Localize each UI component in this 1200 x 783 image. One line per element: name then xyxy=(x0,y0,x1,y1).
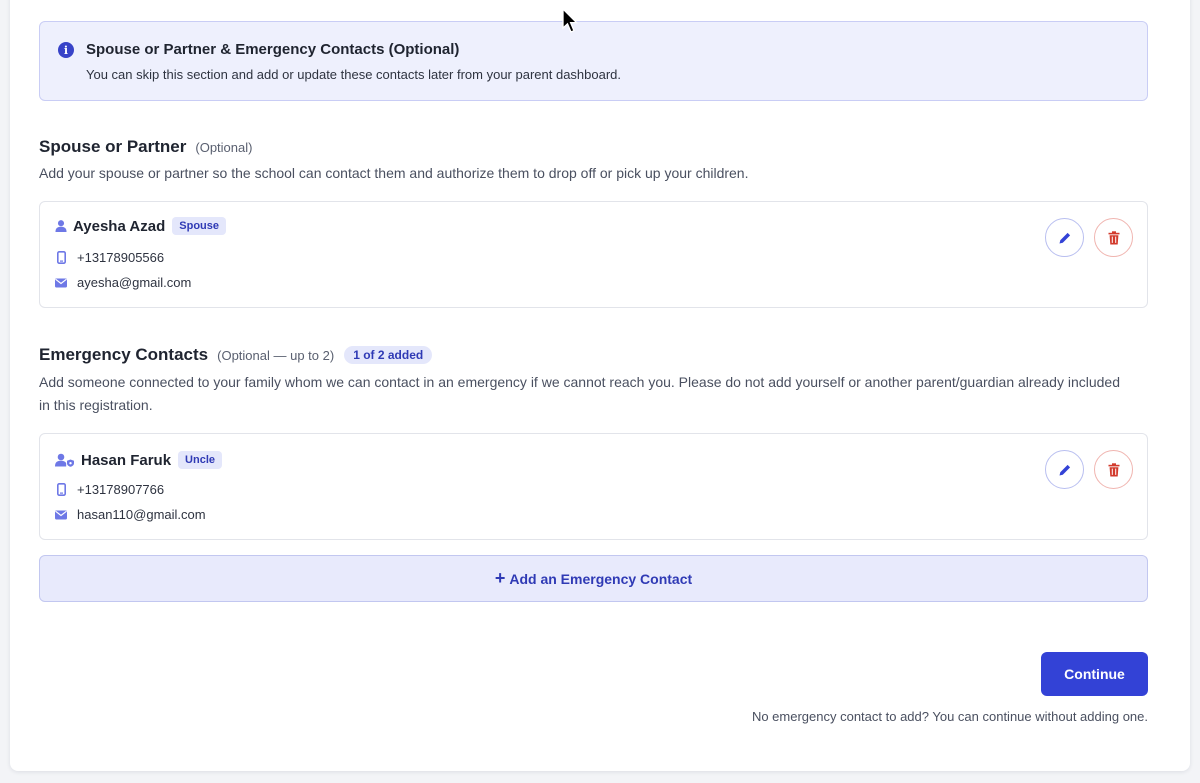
emergency-phone: +13178907766 xyxy=(77,482,165,497)
emergency-section-description: Add someone connected to your family who… xyxy=(39,374,1120,413)
emergency-name: Hasan Faruk xyxy=(81,451,172,469)
emergency-contact-card: Hasan Faruk Uncle +13178907766 hasan110@… xyxy=(39,433,1148,540)
trash-icon xyxy=(1108,230,1119,244)
info-icon: i xyxy=(58,42,74,58)
spouse-contact-card: Ayesha Azad Spouse +13178905566 ayesha@g… xyxy=(39,201,1148,308)
spouse-section-title: Spouse or Partner (Optional) xyxy=(39,137,252,157)
emergency-phone-row: +13178907766 xyxy=(55,482,164,497)
emergency-email-row: hasan110@gmail.com xyxy=(55,507,206,522)
banner-text: You can skip this section and add or upd… xyxy=(86,67,622,82)
plus-icon: + xyxy=(494,568,506,588)
spouse-optional-label: (Optional) xyxy=(195,139,253,155)
spouse-section-description: Add your spouse or partner so the school… xyxy=(39,165,749,181)
phone-icon xyxy=(55,483,67,497)
add-emergency-contact-button[interactable]: + Add an Emergency Contact xyxy=(39,555,1148,602)
spouse-phone: +13178905566 xyxy=(77,250,165,265)
emergency-relation-badge: Uncle xyxy=(178,451,223,469)
spouse-title-text: Spouse or Partner xyxy=(39,137,187,156)
spouse-email: ayesha@gmail.com xyxy=(77,275,192,290)
info-banner: i Spouse or Partner & Emergency Contacts… xyxy=(39,21,1148,101)
person-shield-icon xyxy=(55,453,75,467)
emergency-optional-label: (Optional — up to 2) xyxy=(217,347,335,363)
trash-icon xyxy=(1108,462,1119,476)
spouse-relation-badge: Spouse xyxy=(172,217,226,235)
person-icon xyxy=(55,219,67,233)
pencil-icon xyxy=(1059,464,1070,475)
mail-icon xyxy=(55,276,67,290)
spouse-name: Ayesha Azad xyxy=(73,217,166,235)
edit-spouse-button[interactable] xyxy=(1045,218,1084,257)
pencil-icon xyxy=(1059,232,1070,243)
emergency-email: hasan110@gmail.com xyxy=(77,507,206,522)
delete-emergency-contact-button[interactable] xyxy=(1094,450,1133,489)
spouse-email-row: ayesha@gmail.com xyxy=(55,275,191,290)
edit-emergency-contact-button[interactable] xyxy=(1045,450,1084,489)
banner-title: Spouse or Partner & Emergency Contacts (… xyxy=(86,41,460,58)
emergency-title-text: Emergency Contacts xyxy=(39,345,209,364)
spouse-name-row: Ayesha Azad Spouse xyxy=(55,217,226,235)
phone-icon xyxy=(55,251,67,265)
mouse-cursor-icon xyxy=(562,8,579,33)
continue-footnote: No emergency contact to add? You can con… xyxy=(751,709,1148,724)
emergency-count-badge: 1 of 2 added xyxy=(344,346,433,364)
continue-button[interactable]: Continue xyxy=(1041,652,1148,696)
emergency-name-row: Hasan Faruk Uncle xyxy=(55,451,223,469)
mail-icon xyxy=(55,508,67,522)
emergency-section-title: Emergency Contacts (Optional — up to 2) … xyxy=(39,345,433,365)
spouse-phone-row: +13178905566 xyxy=(55,250,164,265)
add-emergency-contact-label: Add an Emergency Contact xyxy=(509,570,693,587)
delete-spouse-button[interactable] xyxy=(1094,218,1133,257)
